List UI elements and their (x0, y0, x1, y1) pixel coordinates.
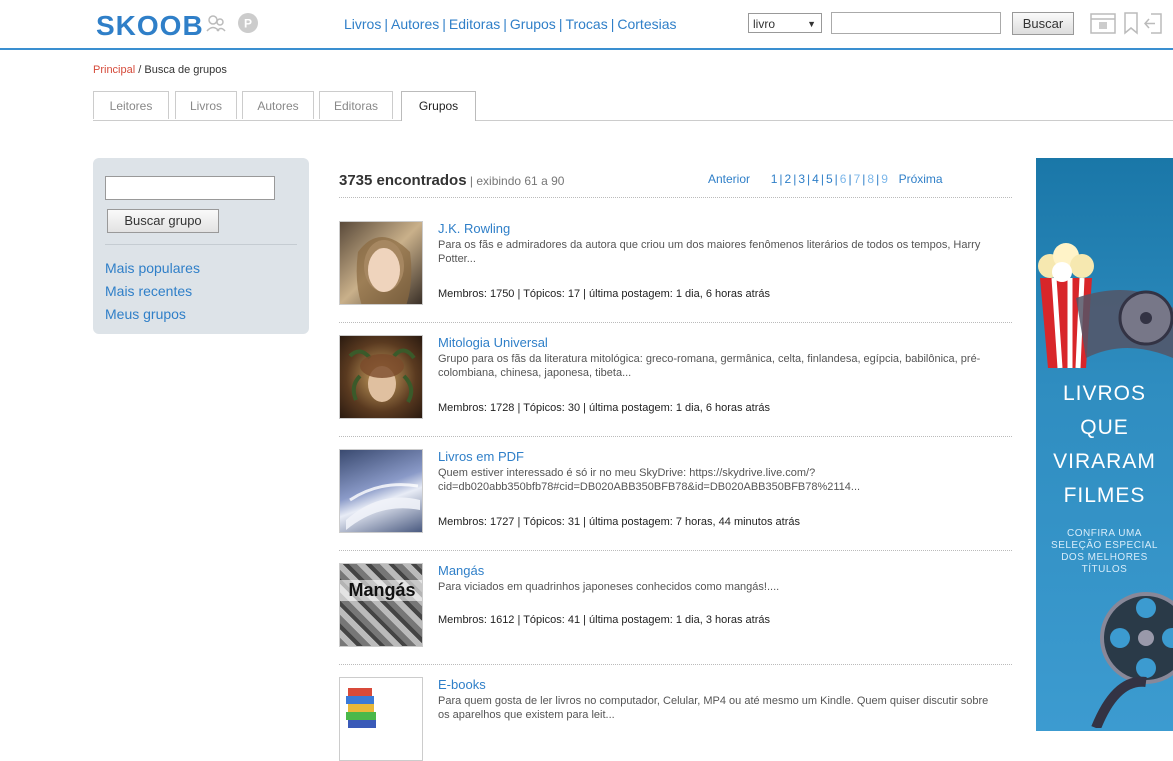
tab-autores[interactable]: Autores (242, 91, 314, 119)
result-divider (339, 550, 1012, 551)
ad-line: VIRARAM (1053, 450, 1156, 473)
main-nav: Livros | Autores | Editoras | Grupos | Trocas | Co… (344, 16, 677, 32)
group-description: Para quem gosta de ler livros no computa… (438, 695, 989, 721)
group-description: Para os fãs e admiradores da autora que … (438, 239, 981, 265)
header-search-button[interactable]: Buscar (1012, 12, 1074, 35)
group-stats: Membros: 1750 | Tópicos: 17 | última pos… (438, 288, 771, 300)
calendar-icon[interactable] (1089, 11, 1117, 35)
group-description: Quem estiver interessado é só ir no meu … (438, 467, 861, 493)
bookmark-icon[interactable] (1123, 12, 1139, 35)
link-most-popular[interactable]: Mais populares (105, 260, 200, 276)
results-divider (339, 197, 1012, 198)
ad-line: QUE (1080, 416, 1129, 439)
group-title[interactable]: Mangás (438, 563, 484, 578)
pager-page-5[interactable]: 5 (826, 172, 833, 186)
book-stack-image (346, 688, 376, 728)
sidebar-divider (105, 244, 297, 245)
ad-banner[interactable]: LIVROS QUE VIRARAM FILMES CONFIRA UMA SE… (1036, 158, 1173, 731)
link-most-recent[interactable]: Mais recentes (105, 283, 192, 299)
ad-line: LIVROS (1062, 382, 1147, 405)
nav-livros[interactable]: Livros (344, 16, 381, 32)
search-group-button[interactable]: Buscar grupo (107, 209, 219, 233)
group-thumbnail[interactable]: Mangás (339, 563, 423, 647)
group-stats: Membros: 1612 | Tópicos: 41 | última pos… (438, 614, 771, 626)
pager-next[interactable]: Próxima (899, 172, 943, 186)
site-logo[interactable]: SKOOB (96, 10, 204, 42)
thumb-caption: Mangás (340, 580, 422, 601)
tab-leitores[interactable]: Leitores (93, 91, 169, 119)
result-divider (339, 664, 1012, 665)
ad-line: FILMES (1063, 484, 1146, 507)
p-circle-icon[interactable]: P (237, 12, 259, 34)
pager-page-3[interactable]: 3 (798, 172, 805, 186)
breadcrumb-home[interactable]: Principal (93, 64, 135, 76)
ad-subline: CONFIRA UMA (1067, 528, 1142, 539)
pager-page-1[interactable]: 1 (771, 172, 778, 186)
result-divider (339, 322, 1012, 323)
group-stats: Membros: 1727 | Tópicos: 31 | última pos… (438, 516, 800, 528)
medusa-image (348, 348, 416, 403)
svg-text:P: P (244, 17, 252, 31)
pagination: Anterior 1 | 2 | 3 | 4 | 5 | 6 | 7 | 8 | 9 Próxima (708, 172, 943, 186)
nav-autores[interactable]: Autores (391, 16, 439, 32)
results-count: 3735 encontrados | exibindo 61 a 90 (339, 172, 565, 189)
nav-editoras[interactable]: Editoras (449, 16, 500, 32)
tab-editoras[interactable]: Editoras (319, 91, 393, 119)
search-tabs: Leitores Livros Autores Editoras Grupos (93, 91, 1173, 121)
logout-icon[interactable] (1143, 12, 1163, 35)
header-search-input[interactable] (831, 12, 1001, 34)
portrait-image (356, 237, 412, 304)
nav-trocas[interactable]: Trocas (565, 16, 607, 32)
group-title[interactable]: Mitologia Universal (438, 335, 548, 350)
film-reel-image (1091, 592, 1173, 728)
top-header: SKOOB P Livros | Autores | Editoras | Grupos | T… (0, 0, 1173, 50)
pager-page-9[interactable]: 9 (881, 172, 888, 186)
group-title[interactable]: J.K. Rowling (438, 221, 510, 236)
book-pages-image (346, 483, 420, 530)
dropdown-arrow-icon: ▼ (807, 19, 816, 29)
group-search-sidebar: Buscar grupo Mais populares Mais recente… (93, 158, 309, 334)
nav-cortesias[interactable]: Cortesias (617, 16, 676, 32)
pager-page-2[interactable]: 2 (785, 172, 792, 186)
popcorn-film-image (1038, 243, 1173, 369)
breadcrumb: Principal / Busca de grupos (93, 64, 227, 76)
group-thumbnail[interactable] (339, 449, 423, 533)
pager-page-7[interactable]: 7 (854, 172, 861, 186)
breadcrumb-current: Busca de grupos (144, 64, 227, 76)
group-thumbnail[interactable] (339, 335, 423, 419)
ad-subline: SELEÇÃO ESPECIAL (1051, 540, 1158, 551)
link-my-groups[interactable]: Meus grupos (105, 306, 186, 322)
search-type-value: livro (753, 17, 776, 31)
group-thumbnail[interactable] (339, 221, 423, 305)
pager-page-8[interactable]: 8 (867, 172, 874, 186)
tab-livros[interactable]: Livros (175, 91, 237, 119)
pager-page-6[interactable]: 6 (840, 172, 847, 186)
results-range: | exibindo 61 a 90 (466, 174, 565, 188)
group-title[interactable]: Livros em PDF (438, 449, 524, 464)
nav-grupos[interactable]: Grupos (510, 16, 556, 32)
pager-prev[interactable]: Anterior (708, 172, 750, 186)
ad-subline: TÍTULOS (1081, 564, 1128, 575)
group-search-input[interactable] (105, 176, 275, 200)
group-title[interactable]: E-books (438, 677, 486, 692)
group-thumbnail[interactable] (339, 677, 423, 761)
group-stats: Membros: 1728 | Tópicos: 30 | última pos… (438, 402, 771, 414)
search-type-select[interactable]: livro ▼ (748, 13, 822, 33)
ad-subline: DOS MELHORES (1061, 552, 1148, 563)
result-divider (339, 436, 1012, 437)
group-description: Para viciados em quadrinhos japoneses co… (438, 581, 780, 593)
group-description: Grupo para os fãs da literatura mitológi… (438, 353, 981, 379)
tab-grupos[interactable]: Grupos (401, 91, 476, 121)
users-icon[interactable] (205, 12, 227, 34)
pager-page-4[interactable]: 4 (812, 172, 819, 186)
